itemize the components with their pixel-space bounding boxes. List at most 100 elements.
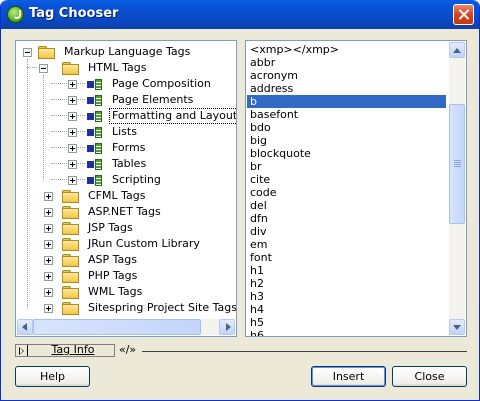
tree-item-lists[interactable]: Lists xyxy=(16,124,236,140)
list-item[interactable]: address xyxy=(247,82,446,95)
expand-toggle-icon[interactable] xyxy=(44,208,53,217)
list-item[interactable]: div xyxy=(247,225,446,238)
expand-toggle-icon[interactable] xyxy=(68,176,77,185)
list-item[interactable]: h5 xyxy=(247,316,446,329)
folder-icon xyxy=(62,286,79,299)
expand-toggle-icon[interactable] xyxy=(44,240,53,249)
tree-item-page-composition[interactable]: Page Composition xyxy=(16,76,236,92)
help-button-label: Help xyxy=(39,370,66,383)
list-item[interactable]: cite xyxy=(247,173,446,186)
tag-chooser-window: Tag Chooser Markup Language Tags HTML Ta… xyxy=(0,0,480,401)
list-item[interactable]: h1 xyxy=(247,264,446,277)
tree-item-label: Page Elements xyxy=(112,93,194,106)
tree-item-forms[interactable]: Forms xyxy=(16,140,236,156)
expand-triangle-icon xyxy=(19,347,24,355)
folder-icon xyxy=(62,206,79,219)
collapse-toggle-icon[interactable] xyxy=(23,48,32,57)
expand-toggle-icon[interactable] xyxy=(68,160,77,169)
expand-toggle-icon[interactable] xyxy=(44,256,53,265)
window-close-button[interactable] xyxy=(453,4,474,25)
close-button-label: Close xyxy=(414,370,445,383)
folder-open-icon xyxy=(62,62,79,75)
expand-toggle-icon[interactable] xyxy=(44,224,53,233)
list-item[interactable]: h2 xyxy=(247,277,446,290)
tree-item-asp-tags[interactable]: ASP Tags xyxy=(16,252,236,268)
tree-item-label: ASP.NET Tags xyxy=(88,205,161,218)
tree-item-tables[interactable]: Tables xyxy=(16,156,236,172)
list-item-selected[interactable]: b xyxy=(247,95,446,108)
list-item[interactable]: basefont xyxy=(247,108,446,121)
folder-icon xyxy=(62,238,79,251)
expand-toggle-icon[interactable] xyxy=(68,112,77,121)
list-item[interactable]: blockquote xyxy=(247,147,446,160)
tag-info-bar: Tag Info «/» xyxy=(15,343,467,358)
list-item[interactable]: del xyxy=(247,199,446,212)
expand-toggle-icon[interactable] xyxy=(44,192,53,201)
list-item[interactable]: abbr xyxy=(247,56,446,69)
tree-item-label: CFML Tags xyxy=(88,189,146,202)
list-item[interactable]: br xyxy=(247,160,446,173)
tree-item-sitespring-project-site-tags[interactable]: Sitespring Project Site Tags xyxy=(16,300,236,316)
tree-item-cfml-tags[interactable]: CFML Tags xyxy=(16,188,236,204)
scroll-up-button[interactable] xyxy=(449,42,465,58)
tag-list[interactable]: <xmp></xmp> abbr acronym address b basef… xyxy=(245,40,467,337)
list-item[interactable]: bdo xyxy=(247,121,446,134)
tree-item-formatting-and-layout[interactable]: Formatting and Layout xyxy=(16,108,236,124)
tree-item-markup-language-tags[interactable]: Markup Language Tags xyxy=(16,44,236,60)
scroll-right-button[interactable] xyxy=(219,319,235,335)
expand-toggle-icon[interactable] xyxy=(44,288,53,297)
scroll-left-button[interactable] xyxy=(17,319,33,335)
list-item[interactable]: code xyxy=(247,186,446,199)
tag-info-label: Tag Info xyxy=(27,343,113,356)
tree-item-aspnet-tags[interactable]: ASP.NET Tags xyxy=(16,204,236,220)
tree-item-html-tags[interactable]: HTML Tags xyxy=(16,60,236,76)
folder-icon xyxy=(62,270,79,283)
tree-item-label: Lists xyxy=(112,125,137,138)
close-button[interactable]: Close xyxy=(392,366,467,387)
tree-item-wml-tags[interactable]: WML Tags xyxy=(16,284,236,300)
folder-icon xyxy=(62,190,79,203)
folder-icon xyxy=(62,302,79,315)
title-bar[interactable]: Tag Chooser xyxy=(1,0,479,29)
expand-toggle-icon[interactable] xyxy=(68,128,77,137)
help-button[interactable]: Help xyxy=(15,366,90,387)
tree-item-php-tags[interactable]: PHP Tags xyxy=(16,268,236,284)
list-item[interactable]: big xyxy=(247,134,446,147)
tree-item-scripting[interactable]: Scripting xyxy=(16,172,236,188)
scroll-thumb[interactable] xyxy=(449,104,465,224)
tag-category-icon xyxy=(87,95,102,106)
list-item[interactable]: h4 xyxy=(247,303,446,316)
folder-icon xyxy=(62,222,79,235)
tree-horizontal-scrollbar[interactable] xyxy=(17,319,235,335)
scroll-thumb[interactable] xyxy=(33,319,201,335)
expand-toggle-icon[interactable] xyxy=(68,144,77,153)
list-item[interactable]: <xmp></xmp> xyxy=(247,43,446,56)
tag-category-icon xyxy=(87,127,102,138)
list-item[interactable]: em xyxy=(247,238,446,251)
tree-item-label: PHP Tags xyxy=(88,269,138,282)
expand-toggle-icon[interactable] xyxy=(68,96,77,105)
tree-item-label: HTML Tags xyxy=(88,61,147,74)
scroll-down-button[interactable] xyxy=(449,319,465,335)
expand-toggle-icon[interactable] xyxy=(68,80,77,89)
tag-info-toggle[interactable]: Tag Info xyxy=(15,343,115,357)
list-item[interactable]: font xyxy=(247,251,446,264)
tree-item-label: Page Composition xyxy=(112,77,211,90)
collapse-toggle-icon[interactable] xyxy=(39,64,48,73)
tree-item-jsp-tags[interactable]: JSP Tags xyxy=(16,220,236,236)
expand-toggle-icon[interactable] xyxy=(44,272,53,281)
list-item[interactable]: h6 xyxy=(247,329,446,336)
arrow-left-icon xyxy=(22,323,27,331)
tree-item-page-elements[interactable]: Page Elements xyxy=(16,92,236,108)
list-item[interactable]: acronym xyxy=(247,69,446,82)
tag-list-vertical-scrollbar[interactable] xyxy=(449,42,465,335)
arrow-down-icon xyxy=(453,325,461,330)
expand-toggle-icon[interactable] xyxy=(44,304,53,313)
list-item[interactable]: dfn xyxy=(247,212,446,225)
tag-category-tree[interactable]: Markup Language Tags HTML Tags Page Comp… xyxy=(15,40,237,337)
tree-item-label: Tables xyxy=(112,157,147,170)
tag-code-icon: «/» xyxy=(119,343,137,356)
tree-item-jrun-custom-library[interactable]: JRun Custom Library xyxy=(16,236,236,252)
list-item[interactable]: h3 xyxy=(247,290,446,303)
insert-button[interactable]: Insert xyxy=(311,366,386,387)
